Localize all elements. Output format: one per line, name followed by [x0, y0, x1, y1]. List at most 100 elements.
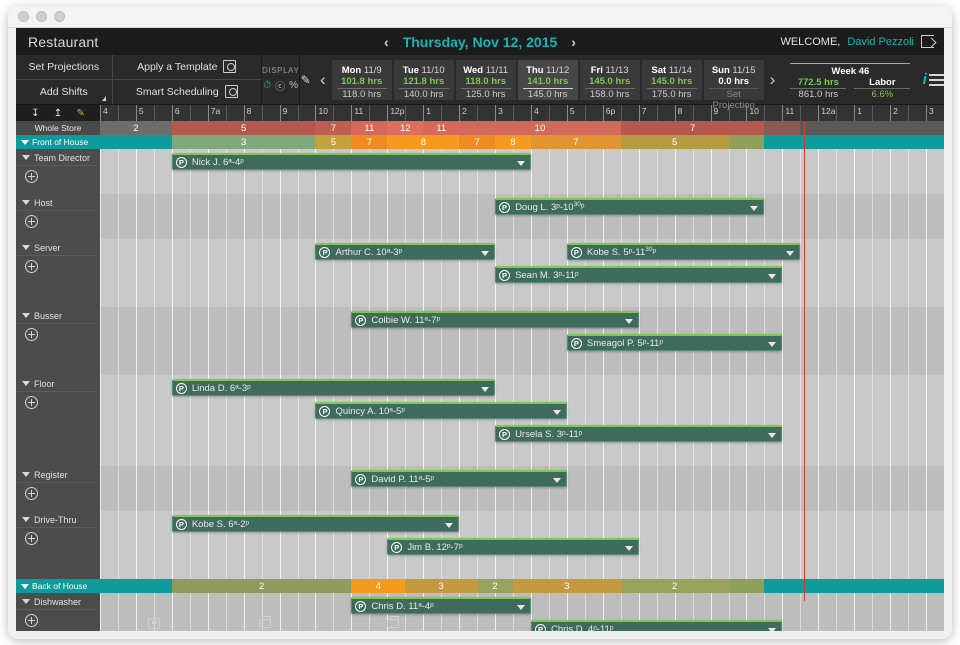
dollar-icon[interactable]: ⓒ — [275, 78, 285, 93]
role-row-track[interactable]: P Linda D. 6ᵃ-3ᵖ P Quincy A. 10ᵃ-5ᵖ P Ursela … — [100, 375, 944, 466]
summary-segment[interactable]: 2 — [171, 579, 352, 593]
shift-block[interactable]: P Chris D. 11ᵃ-4ᵖ — [351, 597, 531, 614]
shift-block[interactable]: P Chris D. 4ᵖ-11ᵖ — [530, 620, 783, 631]
shift-block[interactable]: P Arthur C. 10ᵃ-3ᵖ — [315, 243, 496, 260]
role-name[interactable]: Drive-Thru — [16, 511, 96, 528]
summary-segment[interactable] — [728, 579, 765, 593]
clock-icon[interactable]: ⏱ — [263, 80, 271, 91]
summary-segment[interactable]: 5 — [171, 121, 316, 135]
info-icon[interactable]: i — [920, 55, 929, 104]
summary-segment[interactable]: 7 — [351, 135, 388, 149]
day-cell-mon[interactable]: Mon 11/9 101.8 hrs 118.0 hrs — [331, 59, 392, 100]
expand-rows-icon[interactable]: ↧ — [31, 108, 39, 119]
summary-segment[interactable]: 2 — [477, 579, 513, 593]
chevron-down-icon[interactable] — [624, 546, 633, 551]
set-projections-button[interactable]: Set Projections — [16, 55, 112, 80]
summary-row-label[interactable]: Front of House — [16, 135, 100, 149]
chevron-down-icon[interactable] — [786, 251, 795, 256]
summary-segment[interactable]: 3 — [405, 579, 478, 593]
chevron-down-icon[interactable] — [768, 274, 777, 279]
role-name[interactable]: Dishwasher — [16, 593, 96, 610]
role-row-track[interactable]: P Arthur C. 10ᵃ-3ᵖ P Kobe S. 5ᵖ-1130ᵖ P Sean … — [100, 239, 944, 307]
add-shifts-button[interactable]: Add Shifts — [16, 80, 112, 104]
summary-segment[interactable] — [100, 579, 172, 593]
add-shift-button[interactable] — [25, 215, 38, 228]
summary-row-label[interactable]: Whole Store — [16, 121, 100, 135]
day-projection[interactable]: 118.0 hrs — [336, 87, 387, 100]
logout-icon[interactable] — [921, 35, 934, 48]
window-minimize-button[interactable] — [36, 11, 47, 22]
shift-block[interactable]: P Quincy A. 10ᵃ-5ᵖ — [315, 402, 567, 419]
role-row-track[interactable]: P David P. 11ᵃ-5ᵖ — [100, 466, 944, 511]
role-row-track[interactable]: P Kobe S. 6ᵃ-2ᵖ P Jim B. 12ᵖ-7ᵖ — [100, 511, 944, 579]
summary-segment[interactable]: 7 — [530, 135, 621, 149]
day-cell-tue[interactable]: Tue 11/10 121.8 hrs 140.0 hrs — [393, 59, 454, 100]
summary-segment[interactable] — [764, 135, 944, 149]
next-day-button[interactable]: › — [571, 34, 576, 50]
day-cell-fri[interactable]: Fri 11/13 145.0 hrs 158.0 hrs — [579, 59, 640, 100]
summary-segment[interactable] — [728, 135, 765, 149]
summary-segment[interactable]: 4 — [351, 579, 406, 593]
add-shift-button[interactable] — [25, 614, 38, 627]
pencil-icon[interactable]: ✎ — [300, 55, 311, 104]
summary-segment[interactable]: 11 — [351, 121, 388, 135]
add-shift-button[interactable] — [25, 487, 38, 500]
summary-segment[interactable]: 5 — [620, 135, 729, 149]
role-name[interactable]: Busser — [16, 307, 96, 324]
chevron-down-icon[interactable] — [768, 628, 777, 631]
chevron-down-icon[interactable] — [481, 251, 490, 256]
chevron-down-icon[interactable] — [445, 523, 454, 528]
summary-segment[interactable]: 7 — [315, 121, 352, 135]
day-projection[interactable]: 125.0 hrs — [460, 87, 511, 100]
chevron-down-icon[interactable] — [750, 206, 759, 211]
window-maximize-button[interactable] — [54, 11, 65, 22]
pencil-icon[interactable]: ✎ — [76, 108, 84, 119]
shift-block[interactable]: P Doug L. 3ᵖ-1030ᵖ — [495, 198, 765, 215]
summary-segment[interactable]: 10 — [459, 121, 621, 135]
role-row-track[interactable]: P Colbie W. 11ᵃ-7ᵖ P Smeagol P. 5ᵖ-11ᵖ — [100, 307, 944, 375]
percent-icon[interactable]: % — [289, 80, 298, 91]
next-week-button[interactable]: › — [765, 70, 781, 90]
role-name[interactable]: Floor — [16, 375, 96, 392]
ruler-track[interactable]: 4 5 6 7a 8 9 10 11 12p 1 2 3 4 5 6p 7 8 9 10 11 12a 1 2 3 — [100, 105, 944, 121]
summary-segment[interactable] — [800, 121, 944, 135]
chevron-down-icon[interactable] — [768, 433, 777, 438]
chevron-down-icon[interactable] — [552, 410, 561, 415]
window-close-button[interactable] — [18, 11, 29, 22]
add-shift-button[interactable] — [25, 170, 38, 183]
shift-block[interactable]: P Smeagol P. 5ᵖ-11ᵖ — [566, 334, 783, 351]
add-shift-button[interactable] — [25, 328, 38, 341]
shift-block[interactable]: P Nick J. 6ᵃ-4ᵖ — [171, 153, 531, 170]
chevron-down-icon[interactable] — [552, 478, 561, 483]
shift-block[interactable]: P Colbie W. 11ᵃ-7ᵖ — [351, 311, 639, 328]
summary-segment[interactable]: 2 — [620, 579, 729, 593]
shift-block[interactable]: P Sean M. 3ᵖ-11ᵖ — [495, 266, 783, 283]
summary-segment[interactable]: 11 — [423, 121, 460, 135]
summary-segment[interactable]: 3 — [513, 579, 621, 593]
summary-segment[interactable]: 2 — [100, 121, 172, 135]
summary-segment[interactable]: 7 — [459, 135, 496, 149]
day-cell-sun[interactable]: Sun 11/15 0.0 hrs Set Projection — [703, 59, 764, 111]
day-projection[interactable]: 140.0 hrs — [398, 87, 449, 100]
shift-block[interactable]: P Linda D. 6ᵃ-3ᵖ — [171, 379, 496, 396]
summary-segment[interactable]: 5 — [315, 135, 352, 149]
chevron-down-icon[interactable] — [624, 319, 633, 324]
shift-block[interactable]: P Kobe S. 5ᵖ-1130ᵖ — [566, 243, 801, 260]
chevron-down-icon[interactable] — [481, 387, 490, 392]
add-shift-button[interactable] — [25, 532, 38, 545]
week-summary[interactable]: Week 46 772.5 hrs 861.0 hrs Labor 6.6% — [784, 60, 916, 100]
day-cell-wed[interactable]: Wed 11/11 118.0 hrs 125.0 hrs — [455, 59, 516, 100]
summary-segment[interactable]: 8 — [495, 135, 531, 149]
user-name-link[interactable]: David Pezzoli — [847, 36, 914, 48]
apply-template-button[interactable]: Apply a Template — [112, 55, 261, 80]
summary-segment[interactable]: 7 — [620, 121, 765, 135]
role-name[interactable]: Team Director — [16, 149, 96, 166]
role-name[interactable]: Server — [16, 239, 96, 256]
shift-block[interactable]: P David P. 11ᵃ-5ᵖ — [351, 470, 567, 487]
summary-segment[interactable]: 3 — [171, 135, 316, 149]
role-row-track[interactable]: P Chris D. 11ᵃ-4ᵖ P Chris D. 4ᵖ-11ᵖ — [100, 593, 944, 631]
day-projection[interactable]: 145.0 hrs — [522, 87, 573, 100]
role-row-track[interactable]: P Doug L. 3ᵖ-1030ᵖ — [100, 194, 944, 239]
chevron-down-icon[interactable] — [516, 605, 525, 610]
summary-segment[interactable]: 12 — [387, 121, 424, 135]
